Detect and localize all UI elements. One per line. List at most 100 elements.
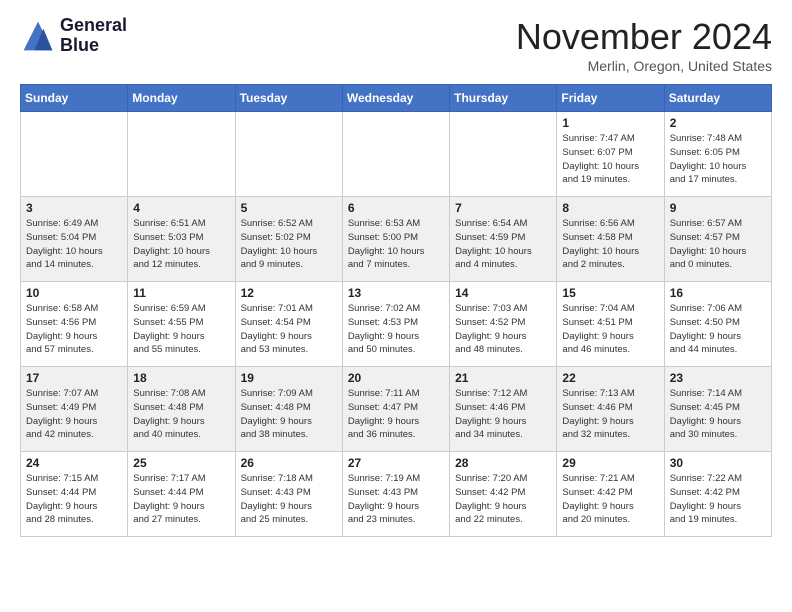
day-info: Sunrise: 7:12 AM Sunset: 4:46 PM Dayligh… [455, 387, 551, 442]
day-number: 10 [26, 286, 122, 300]
calendar-cell: 30 Sunrise: 7:22 AM Sunset: 4:42 PM Dayli… [664, 452, 771, 537]
calendar-cell [128, 112, 235, 197]
day-number: 1 [562, 116, 658, 130]
calendar-cell: 8Sunrise: 6:56 AM Sunset: 4:58 PM Daylig… [557, 197, 664, 282]
logo-line1: General [60, 16, 127, 36]
day-number: 27 [348, 456, 444, 470]
day-info: Sunrise: 7:06 AM Sunset: 4:50 PM Dayligh… [670, 302, 766, 357]
title-area: November 2024 Merlin, Oregon, United Sta… [516, 16, 772, 74]
day-info: Sunrise: 6:49 AM Sunset: 5:04 PM Dayligh… [26, 217, 122, 272]
day-number: 3 [26, 201, 122, 215]
calendar-cell: 29 Sunrise: 7:21 AM Sunset: 4:42 PM Dayli… [557, 452, 664, 537]
calendar-cell [235, 112, 342, 197]
day-number: 23 [670, 371, 766, 385]
weekday-header-friday: Friday [557, 85, 664, 112]
day-number: 19 [241, 371, 337, 385]
day-info: Sunrise: 7:19 AM Sunset: 4:43 PM Dayligh… [348, 472, 444, 527]
day-info: Sunrise: 7:09 AM Sunset: 4:48 PM Dayligh… [241, 387, 337, 442]
weekday-header-row: SundayMondayTuesdayWednesdayThursdayFrid… [21, 85, 772, 112]
calendar-cell [21, 112, 128, 197]
day-number: 18 [133, 371, 229, 385]
week-row-1: 1Sunrise: 7:47 AM Sunset: 6:07 PM Daylig… [21, 112, 772, 197]
week-row-4: 17 Sunrise: 7:07 AM Sunset: 4:49 PM Dayli… [21, 367, 772, 452]
weekday-header-tuesday: Tuesday [235, 85, 342, 112]
day-number: 17 [26, 371, 122, 385]
calendar-cell: 3 Sunrise: 6:49 AM Sunset: 5:04 PM Daylig… [21, 197, 128, 282]
day-number: 26 [241, 456, 337, 470]
day-info: Sunrise: 7:08 AM Sunset: 4:48 PM Dayligh… [133, 387, 229, 442]
calendar-cell [450, 112, 557, 197]
day-info: Sunrise: 6:59 AM Sunset: 4:55 PM Dayligh… [133, 302, 229, 357]
day-info: Sunrise: 7:18 AM Sunset: 4:43 PM Dayligh… [241, 472, 337, 527]
calendar-cell: 10 Sunrise: 6:58 AM Sunset: 4:56 PM Dayli… [21, 282, 128, 367]
day-number: 7 [455, 201, 551, 215]
day-info: Sunrise: 7:13 AM Sunset: 4:46 PM Dayligh… [562, 387, 658, 442]
day-info: Sunrise: 6:53 AM Sunset: 5:00 PM Dayligh… [348, 217, 444, 272]
day-info: Sunrise: 6:58 AM Sunset: 4:56 PM Dayligh… [26, 302, 122, 357]
day-number: 13 [348, 286, 444, 300]
calendar-cell: 17 Sunrise: 7:07 AM Sunset: 4:49 PM Dayli… [21, 367, 128, 452]
day-number: 11 [133, 286, 229, 300]
day-info: Sunrise: 7:02 AM Sunset: 4:53 PM Dayligh… [348, 302, 444, 357]
day-info: Sunrise: 7:03 AM Sunset: 4:52 PM Dayligh… [455, 302, 551, 357]
calendar-cell: 1Sunrise: 7:47 AM Sunset: 6:07 PM Daylig… [557, 112, 664, 197]
day-info: Sunrise: 7:21 AM Sunset: 4:42 PM Dayligh… [562, 472, 658, 527]
day-info: Sunrise: 7:22 AM Sunset: 4:42 PM Dayligh… [670, 472, 766, 527]
calendar-cell: 22 Sunrise: 7:13 AM Sunset: 4:46 PM Dayli… [557, 367, 664, 452]
calendar-cell: 18 Sunrise: 7:08 AM Sunset: 4:48 PM Dayli… [128, 367, 235, 452]
calendar-cell: 23 Sunrise: 7:14 AM Sunset: 4:45 PM Dayli… [664, 367, 771, 452]
day-number: 28 [455, 456, 551, 470]
calendar-cell: 24 Sunrise: 7:15 AM Sunset: 4:44 PM Dayli… [21, 452, 128, 537]
calendar-cell: 9 Sunrise: 6:57 AM Sunset: 4:57 PM Daylig… [664, 197, 771, 282]
day-number: 24 [26, 456, 122, 470]
day-number: 14 [455, 286, 551, 300]
day-info: Sunrise: 7:01 AM Sunset: 4:54 PM Dayligh… [241, 302, 337, 357]
weekday-header-sunday: Sunday [21, 85, 128, 112]
day-info: Sunrise: 7:07 AM Sunset: 4:49 PM Dayligh… [26, 387, 122, 442]
day-number: 29 [562, 456, 658, 470]
day-info: Sunrise: 7:04 AM Sunset: 4:51 PM Dayligh… [562, 302, 658, 357]
day-number: 20 [348, 371, 444, 385]
calendar-cell: 2 Sunrise: 7:48 AM Sunset: 6:05 PM Daylig… [664, 112, 771, 197]
calendar-cell: 19 Sunrise: 7:09 AM Sunset: 4:48 PM Dayli… [235, 367, 342, 452]
location: Merlin, Oregon, United States [516, 58, 772, 74]
month-title: November 2024 [516, 16, 772, 58]
calendar-cell: 6 Sunrise: 6:53 AM Sunset: 5:00 PM Daylig… [342, 197, 449, 282]
weekday-header-thursday: Thursday [450, 85, 557, 112]
calendar-cell: 15 Sunrise: 7:04 AM Sunset: 4:51 PM Dayli… [557, 282, 664, 367]
calendar-cell: 7Sunrise: 6:54 AM Sunset: 4:59 PM Daylig… [450, 197, 557, 282]
day-number: 25 [133, 456, 229, 470]
day-info: Sunrise: 6:57 AM Sunset: 4:57 PM Dayligh… [670, 217, 766, 272]
day-number: 16 [670, 286, 766, 300]
header: General Blue November 2024 Merlin, Orego… [20, 16, 772, 74]
calendar-table: SundayMondayTuesdayWednesdayThursdayFrid… [20, 84, 772, 537]
day-number: 2 [670, 116, 766, 130]
day-number: 9 [670, 201, 766, 215]
calendar-cell: 13 Sunrise: 7:02 AM Sunset: 4:53 PM Dayli… [342, 282, 449, 367]
calendar-cell: 11 Sunrise: 6:59 AM Sunset: 4:55 PM Dayli… [128, 282, 235, 367]
logo: General Blue [20, 16, 127, 56]
day-info: Sunrise: 7:14 AM Sunset: 4:45 PM Dayligh… [670, 387, 766, 442]
day-number: 21 [455, 371, 551, 385]
day-number: 30 [670, 456, 766, 470]
logo-icon [20, 18, 56, 54]
calendar-cell: 16 Sunrise: 7:06 AM Sunset: 4:50 PM Dayli… [664, 282, 771, 367]
day-info: Sunrise: 6:56 AM Sunset: 4:58 PM Dayligh… [562, 217, 658, 272]
day-number: 12 [241, 286, 337, 300]
day-number: 15 [562, 286, 658, 300]
day-info: Sunrise: 7:15 AM Sunset: 4:44 PM Dayligh… [26, 472, 122, 527]
calendar-cell: 28Sunrise: 7:20 AM Sunset: 4:42 PM Dayli… [450, 452, 557, 537]
calendar-cell: 4 Sunrise: 6:51 AM Sunset: 5:03 PM Daylig… [128, 197, 235, 282]
day-info: Sunrise: 7:17 AM Sunset: 4:44 PM Dayligh… [133, 472, 229, 527]
day-info: Sunrise: 6:52 AM Sunset: 5:02 PM Dayligh… [241, 217, 337, 272]
weekday-header-wednesday: Wednesday [342, 85, 449, 112]
logo-line2: Blue [60, 36, 127, 56]
day-number: 22 [562, 371, 658, 385]
calendar-cell: 25 Sunrise: 7:17 AM Sunset: 4:44 PM Dayli… [128, 452, 235, 537]
day-number: 4 [133, 201, 229, 215]
calendar-cell: 27 Sunrise: 7:19 AM Sunset: 4:43 PM Dayli… [342, 452, 449, 537]
day-number: 6 [348, 201, 444, 215]
day-info: Sunrise: 6:51 AM Sunset: 5:03 PM Dayligh… [133, 217, 229, 272]
calendar-cell [342, 112, 449, 197]
day-info: Sunrise: 7:48 AM Sunset: 6:05 PM Dayligh… [670, 132, 766, 187]
